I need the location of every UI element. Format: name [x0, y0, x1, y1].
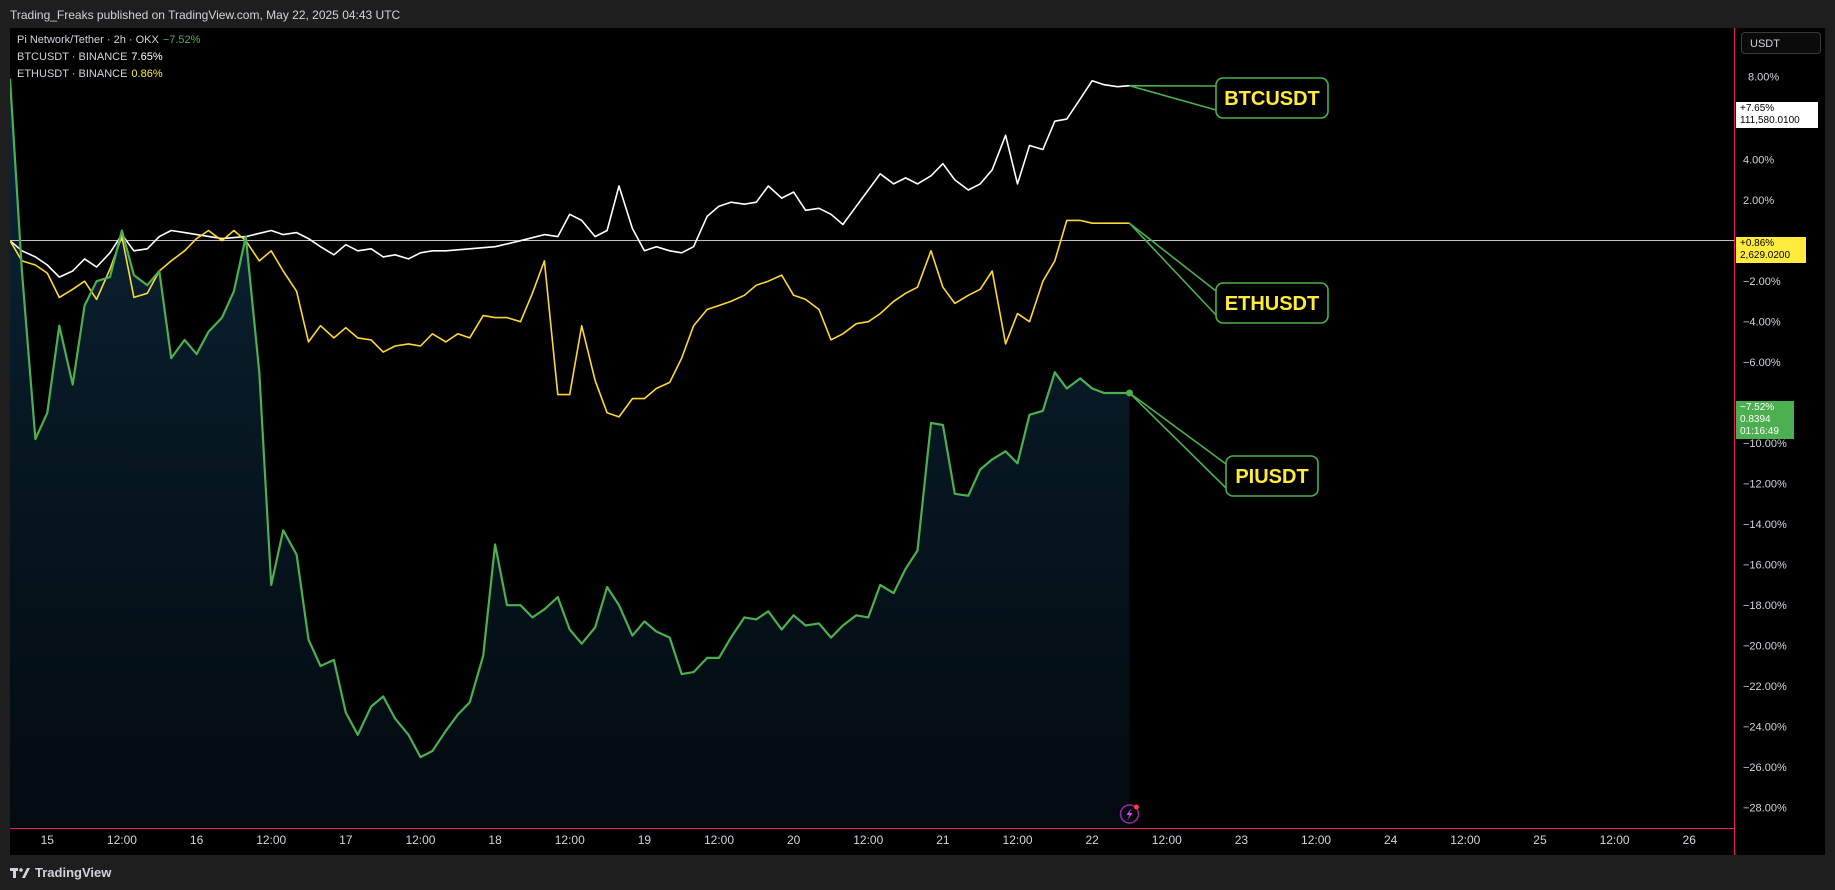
eth-tag-price: 2,629.0200 — [1740, 250, 1791, 261]
x-tick-label: 17 — [339, 833, 353, 847]
x-tick-label: 19 — [638, 833, 652, 847]
y-tick-label: −12.00% — [1743, 479, 1787, 491]
x-tick-label: 15 — [41, 833, 55, 847]
y-tick-label: −4.00% — [1743, 317, 1781, 329]
x-tick-label: 12:00 — [107, 833, 137, 847]
piusdt-callout-label: PIUSDT — [1235, 466, 1308, 488]
x-tick-label: 12:00 — [1600, 833, 1630, 847]
x-tick-label: 12:00 — [1301, 833, 1331, 847]
pi-price-tag: −7.52% 0.8394 01:16:49 — [1736, 401, 1794, 439]
eth-tag-pct: +0.86% — [1740, 238, 1775, 249]
pi-tag-pct: −7.52% — [1740, 402, 1775, 413]
y-tick-label: −26.00% — [1743, 762, 1787, 774]
currency-button[interactable]: USDT — [1741, 32, 1821, 54]
x-tick-label: 12:00 — [704, 833, 734, 847]
top-bar: Trading_Freaks published on TradingView.… — [0, 0, 1835, 28]
x-tick-label: 16 — [190, 833, 204, 847]
legend-eth-label: ETHUSDT · BINANCE — [17, 68, 128, 80]
tradingview-brand: TradingView — [35, 865, 112, 880]
price-scale-border — [1734, 28, 1735, 855]
y-tick-label: −18.00% — [1743, 600, 1787, 612]
y-tick-label: −16.00% — [1743, 560, 1787, 572]
x-tick-label: 12:00 — [555, 833, 585, 847]
y-tick-label: −14.00% — [1743, 519, 1787, 531]
time-scale-border — [10, 828, 1734, 829]
btc-tag-price: 111,580.0100 — [1740, 115, 1800, 126]
x-tick-label: 12:00 — [256, 833, 286, 847]
ethusdt-callout-label: ETHUSDT — [1225, 293, 1319, 315]
legend-compare-btc[interactable]: BTCUSDT · BINANCE 7.65% — [17, 51, 163, 63]
x-tick-label: 22 — [1085, 833, 1099, 847]
y-tick-label: −24.00% — [1743, 722, 1787, 734]
x-tick-label: 21 — [936, 833, 950, 847]
tradingview-logo-icon — [10, 867, 30, 879]
y-tick-label-hidden: 8.00% — [1748, 72, 1779, 84]
y-tick-label: −10.00% — [1743, 438, 1787, 450]
legend-main-change: −7.52% — [162, 34, 201, 46]
x-tick-label: 20 — [787, 833, 801, 847]
x-tick-label: 24 — [1384, 833, 1398, 847]
chart-area[interactable]: 10.00%6.00%4.00%2.00%−2.00%−4.00%−6.00%−… — [10, 28, 1825, 855]
legend-compare-eth[interactable]: ETHUSDT · BINANCE 0.86% — [17, 68, 163, 80]
y-tick-label: 4.00% — [1743, 155, 1774, 167]
pi-tag-countdown: 01:16:49 — [1740, 426, 1779, 437]
published-info: Trading_Freaks published on TradingView.… — [10, 8, 401, 22]
x-tick-label: 25 — [1533, 833, 1547, 847]
x-tick-label: 12:00 — [1003, 833, 1033, 847]
y-tick-label: 2.00% — [1743, 195, 1774, 207]
pi-tag-price: 0.8394 — [1740, 414, 1771, 425]
y-tick-label: −6.00% — [1743, 357, 1781, 369]
x-tick-label: 12:00 — [1450, 833, 1480, 847]
legend-btc-label: BTCUSDT · BINANCE — [17, 51, 128, 63]
btcusdt-callout-label: BTCUSDT — [1224, 88, 1320, 110]
legend-main-symbol: Pi Network/Tether · 2h · OKX — [17, 34, 159, 46]
x-tick-label: 12:00 — [853, 833, 883, 847]
x-tick-label: 12:00 — [1152, 833, 1182, 847]
y-tick-label: −28.00% — [1743, 803, 1787, 815]
chart-canvas[interactable]: 10.00%6.00%4.00%2.00%−2.00%−4.00%−6.00%−… — [10, 28, 1825, 855]
bottom-bar: TradingView — [0, 855, 1835, 890]
x-tick-label: 26 — [1683, 833, 1697, 847]
legend-btc-change: 7.65% — [131, 51, 163, 63]
btc-price-tag: +7.65% 111,580.0100 — [1736, 102, 1818, 128]
btc-tag-pct: +7.65% — [1740, 103, 1775, 114]
y-tick-label: −22.00% — [1743, 681, 1787, 693]
tradingview-logo[interactable]: TradingView — [10, 865, 111, 880]
x-tick-label: 18 — [488, 833, 502, 847]
y-tick-label: −20.00% — [1743, 641, 1787, 653]
notification-dot — [1133, 804, 1139, 810]
x-tick-label: 12:00 — [405, 833, 435, 847]
x-tick-label: 23 — [1235, 833, 1249, 847]
legend-main[interactable]: Pi Network/Tether · 2h · OKX −7.52% — [17, 34, 200, 46]
y-tick-label: −2.00% — [1743, 276, 1781, 288]
legend-eth-change: 0.86% — [131, 68, 163, 80]
eth-price-tag: +0.86% 2,629.0200 — [1736, 237, 1806, 263]
